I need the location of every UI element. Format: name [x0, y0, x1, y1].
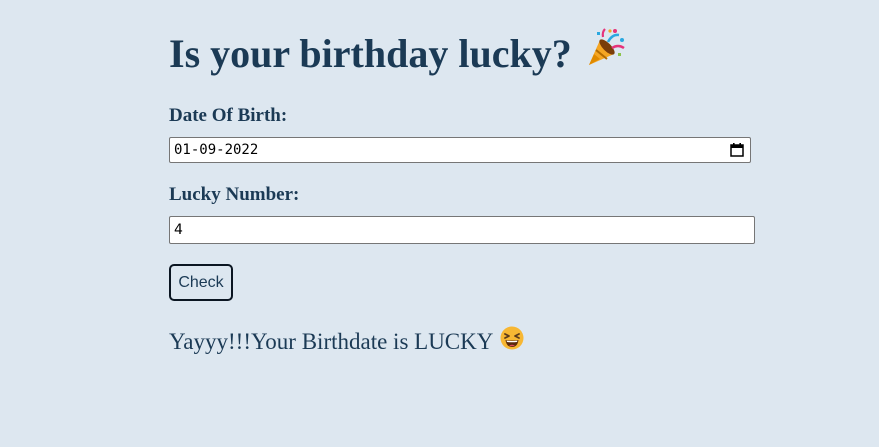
lucky-number-label: Lucky Number: — [169, 184, 300, 205]
party-popper-icon — [586, 28, 626, 79]
calendar-icon[interactable] — [730, 143, 744, 157]
dob-label: Date Of Birth: — [169, 105, 288, 126]
dob-date-value: 01-09-2022 — [174, 142, 259, 158]
grinning-squinting-face-icon — [500, 326, 524, 357]
lucky-number-input[interactable]: 4 — [169, 216, 755, 244]
page-title: Is your birthday lucky? — [169, 28, 626, 83]
page-title-text: Is your birthday lucky? — [169, 31, 572, 76]
result-text: Yayyy!!!Your Birthdate is LUCKY — [169, 328, 494, 354]
lucky-number-value: 4 — [174, 222, 183, 238]
result-message: Yayyy!!!Your Birthdate is LUCKY — [169, 326, 524, 357]
check-button[interactable]: Check — [169, 264, 233, 301]
dob-date-input[interactable]: 01-09-2022 — [169, 137, 751, 163]
